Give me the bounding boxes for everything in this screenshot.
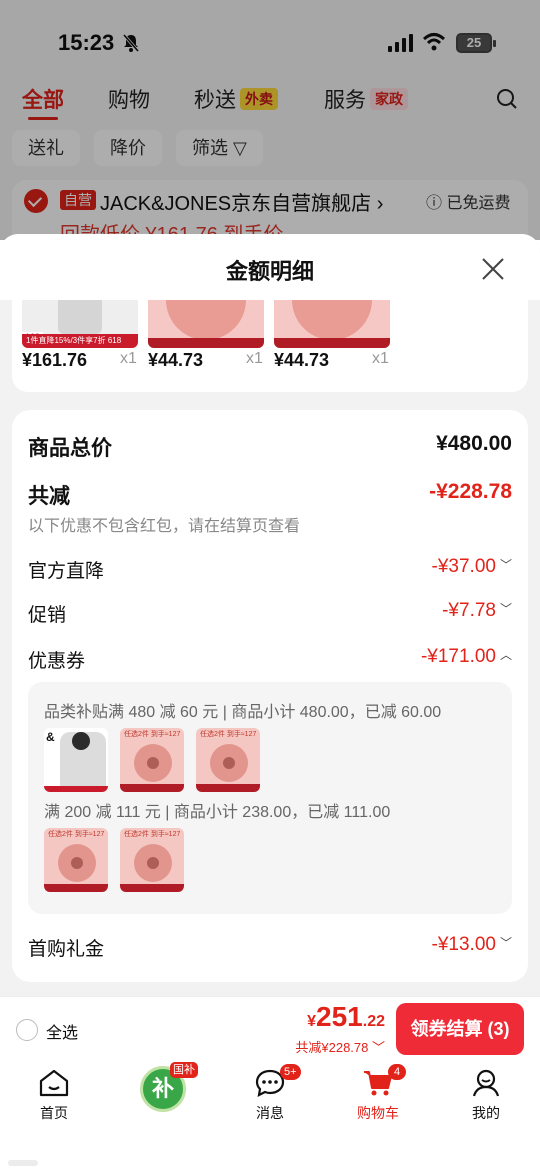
total-value: ¥480.00 [436, 432, 512, 455]
checkout-button[interactable]: 领券结算 (3) [396, 1003, 524, 1055]
coupon-label: 优惠券 [28, 651, 86, 672]
close-icon[interactable] [478, 254, 508, 284]
product-thumb-blush[interactable] [148, 300, 264, 348]
chevron-down-icon: ﹀ [499, 936, 512, 950]
discount-label: 共减 [28, 485, 70, 508]
sheet-header: 金额明细 [0, 234, 540, 300]
tab-subsidy[interactable]: 补 国补 [112, 1060, 212, 1130]
total-saved[interactable]: 共减¥228.78 ﹀ [295, 1037, 385, 1056]
tab-cart[interactable]: 4 购物车 [328, 1060, 428, 1130]
chevron-down-icon: ﹀ [499, 558, 512, 572]
coupon-thumb-blush: 任选2件 到手≈127 [120, 828, 184, 892]
promotion-value[interactable]: -¥7.78 ﹀ [442, 600, 512, 622]
total-label: 商品总价 [28, 437, 112, 460]
tab-messages[interactable]: 5+ 消息 [220, 1060, 320, 1130]
tab-profile[interactable]: 我的 [436, 1060, 536, 1130]
first-purchase-gift-label: 首购礼金 [28, 939, 105, 960]
total-price: ¥251.22 [307, 1001, 385, 1032]
discount-value: -¥228.78 [429, 480, 512, 503]
item-price: ¥44.73 [274, 350, 330, 370]
items-card: 169 1件直降15%/3件享7折 618 ¥161.76 x1 ¥44.73 … [12, 300, 528, 392]
product-thumb-blush[interactable] [274, 300, 390, 348]
item-qty: x1 [372, 350, 389, 367]
bottom-tab-bar: 首页 补 国补 5+ 消息 4 购物车 我的 [0, 1060, 540, 1174]
national-subsidy-badge: 国补 [170, 1062, 198, 1078]
coupon-thumb-blush: 任选2件 到手≈127 [120, 728, 184, 792]
coupon-thumb-blush: 任选2件 到手≈127 [44, 828, 108, 892]
first-purchase-gift-value[interactable]: -¥13.00 ﹀ [432, 934, 512, 956]
dim-overlay[interactable] [0, 0, 540, 240]
tab-home[interactable]: 首页 [4, 1060, 104, 1130]
coupon-thumb-tshirt: & [44, 728, 108, 792]
home-indicator [8, 1160, 38, 1166]
item-qty: x1 [120, 350, 137, 367]
profile-icon [472, 1069, 500, 1097]
home-icon [39, 1069, 69, 1097]
checkout-bar: 全选 ¥251.22 共减¥228.78 ﹀ 领券结算 (3) [0, 996, 540, 1060]
select-all-label[interactable]: 全选 [46, 1019, 78, 1043]
amount-detail-card: 商品总价 ¥480.00 共减 -¥228.78 以下优惠不包含红包，请在结算页… [12, 410, 528, 982]
select-all-radio[interactable] [16, 1019, 38, 1041]
item-price: ¥44.73 [148, 350, 204, 370]
coupon-line-category: 品类补贴满 480 减 60 元 | 商品小计 480.00，已减 60.00 [44, 704, 442, 721]
chevron-down-icon: ﹀ [499, 602, 512, 616]
coupon-value[interactable]: -¥171.00 ︿ [421, 646, 512, 668]
official-discount-value[interactable]: -¥37.00 ﹀ [432, 556, 512, 578]
promotion-label: 促销 [28, 605, 67, 626]
message-count-badge: 5+ [280, 1064, 301, 1080]
cart-count-badge: 4 [388, 1064, 406, 1080]
chevron-up-icon: ︿ [499, 648, 512, 662]
sheet-title: 金额明细 [225, 259, 314, 284]
item-price: ¥161.76 [22, 350, 88, 370]
amount-detail-sheet: 金额明细 169 1件直降15%/3件享7折 618 ¥161.76 x1 ¥4… [0, 234, 540, 996]
coupon-detail-box: 品类补贴满 480 减 60 元 | 商品小计 480.00，已减 60.00 … [28, 682, 512, 914]
item-qty: x1 [246, 350, 263, 367]
coupon-line-threshold: 满 200 减 111 元 | 商品小计 238.00，已减 111.00 [44, 804, 391, 821]
product-thumb-tshirt[interactable]: 169 1件直降15%/3件享7折 618 [22, 300, 138, 348]
discount-note: 以下优惠不包含红包，请在结算页查看 [28, 518, 301, 535]
official-discount-label: 官方直降 [28, 561, 105, 582]
coupon-thumb-blush: 任选2件 到手≈127 [196, 728, 260, 792]
